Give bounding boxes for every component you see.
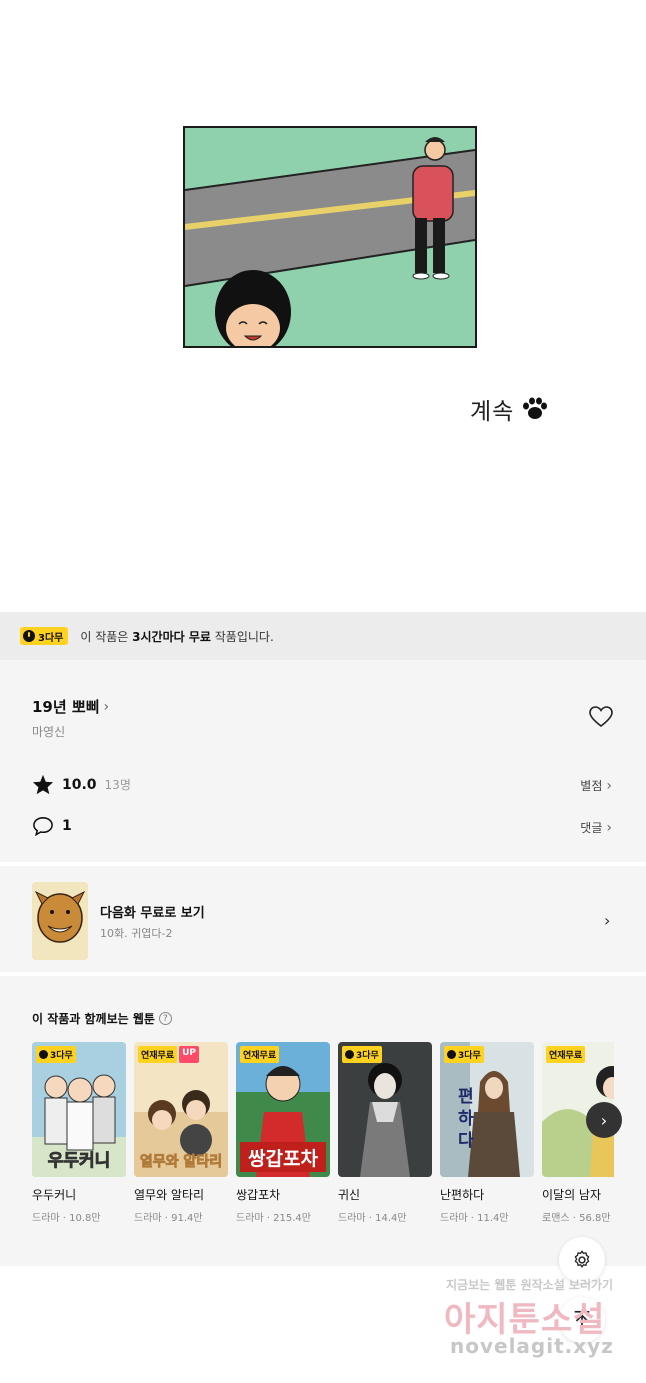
- recommendation-card[interactable]: 열무와 알타리 연재무료 UP 열무와 알타리 드라마 · 91.4만: [134, 1042, 228, 1224]
- card-title: 열무와 알타리: [134, 1188, 205, 1202]
- card-meta: 드라마 · 14.4만: [338, 1213, 407, 1224]
- card-badges: 연재무료 UP: [138, 1046, 200, 1063]
- wait-free-badge: 3다무: [342, 1046, 382, 1063]
- next-episode-subtitle: 10화. 귀엽다-2: [100, 927, 173, 940]
- card-cover: 편 하 다 3다무: [440, 1042, 534, 1177]
- paw-icon: [523, 397, 548, 419]
- webtoon-viewer: 계속 3다무 이 작품은 3시간마다 무료 작품입니다. 19년 뽀삐 › 마영…: [0, 0, 646, 1383]
- card-meta: 드라마 · 10.8만: [32, 1213, 101, 1224]
- card-meta: 로맨스 · 56.8만: [542, 1213, 611, 1224]
- card-badge-label: 연재무료: [546, 1046, 586, 1063]
- recommendation-carousel: 우두커니 3다무 우두커니 드라마 · 10.8만 열무와 알타리 연재무료 U…: [32, 1042, 614, 1232]
- card-title: 쌍갑포차: [236, 1188, 281, 1202]
- watermark: 지금보는 웹툰 원작소설 보러가기 아지툰소설 novelagit.xyz: [440, 1272, 640, 1372]
- up-badge: UP: [179, 1046, 200, 1063]
- svg-text:우두커니: 우두커니: [48, 1151, 111, 1171]
- card-badge-label: 연재무료: [138, 1046, 178, 1063]
- card-badges: 연재무료: [240, 1046, 280, 1063]
- arrow-up-icon: [574, 1310, 590, 1329]
- clock-icon: [39, 1050, 48, 1059]
- card-badges: 3다무: [342, 1046, 382, 1063]
- card-cover: 우두커니 3다무: [32, 1042, 126, 1177]
- chevron-right-icon: ›: [604, 911, 611, 930]
- card-cover: 3다무: [338, 1042, 432, 1177]
- chevron-right-icon: ›: [103, 698, 110, 715]
- notice-bold: 3시간마다 무료: [132, 629, 211, 644]
- heart-icon[interactable]: [589, 706, 613, 728]
- recommendation-card[interactable]: 편 하 다 3다무 난편하다 드라마 · 11.4만: [440, 1042, 534, 1224]
- notice-text: 이 작품은 3시간마다 무료 작품입니다.: [80, 628, 273, 645]
- rating-count: 13명: [104, 778, 131, 792]
- series-title-link[interactable]: 19년 뽀삐 ›: [32, 696, 109, 717]
- badge-label: 3다무: [38, 632, 64, 644]
- series-title: 19년 뽀삐: [32, 698, 100, 716]
- chevron-right-icon: ›: [606, 777, 612, 794]
- clock-icon: [447, 1050, 456, 1059]
- star-icon: [32, 774, 54, 795]
- card-badges: 3다무: [444, 1046, 484, 1063]
- rating-link-label: 별점: [580, 779, 603, 793]
- recommendation-card[interactable]: 우두커니 3다무 우두커니 드라마 · 10.8만: [32, 1042, 126, 1224]
- svg-text:편: 편: [458, 1087, 474, 1107]
- notice-prefix: 이 작품은: [80, 629, 133, 644]
- rating-row: 10.0 13명: [32, 774, 131, 795]
- card-meta: 드라마 · 91.4만: [134, 1213, 203, 1224]
- recommendation-card[interactable]: 쌍갑포차 연재무료 쌍갑포차 드라마 · 215.4만: [236, 1042, 330, 1224]
- clock-icon: [345, 1050, 354, 1059]
- card-badges: 3다무: [36, 1046, 76, 1063]
- comment-row: 1: [32, 816, 72, 836]
- continue-text: 계속: [470, 399, 515, 425]
- rating-link[interactable]: 별점 ›: [580, 777, 612, 794]
- recommendation-section: 이 작품과 함께보는 웹툰 ? 우두커니 3다무 우두커니 드라마 · 10.8…: [0, 976, 646, 1266]
- comment-count: 1: [62, 818, 72, 834]
- series-info: 19년 뽀삐 › 마영신 10.0 13명 별점 › 1 댓글 ›: [0, 660, 646, 862]
- chevron-right-icon: ›: [600, 1110, 608, 1130]
- card-title: 난편하다: [440, 1188, 485, 1202]
- rating-score: 10.0: [62, 776, 97, 793]
- continue-caption: 계속: [470, 392, 548, 426]
- card-badge-label: 3다무: [356, 1051, 379, 1061]
- card-badge-label: 연재무료: [240, 1046, 280, 1063]
- wait-free-badge: 3다무: [444, 1046, 484, 1063]
- comment-icon: [33, 817, 53, 836]
- card-meta: 드라마 · 215.4만: [236, 1213, 311, 1224]
- series-author: 마영신: [32, 725, 66, 739]
- svg-text:하: 하: [458, 1109, 474, 1129]
- notice-suffix: 작품입니다.: [210, 629, 274, 644]
- recommendation-heading: 이 작품과 함께보는 웹툰 ?: [32, 1010, 172, 1027]
- svg-text:열무와 알타리: 열무와 알타리: [140, 1153, 222, 1170]
- comment-link[interactable]: 댓글 ›: [580, 819, 612, 836]
- chevron-right-icon: ›: [606, 819, 612, 836]
- card-cover: 쌍갑포차 연재무료: [236, 1042, 330, 1177]
- comment-link-label: 댓글: [580, 821, 603, 835]
- settings-button[interactable]: [559, 1237, 605, 1283]
- svg-text:쌍갑포차: 쌍갑포차: [248, 1148, 318, 1170]
- clock-icon: [23, 630, 35, 642]
- card-cover: 열무와 알타리 연재무료 UP: [134, 1042, 228, 1177]
- comic-panel: [183, 126, 477, 348]
- gear-icon: [574, 1250, 590, 1268]
- carousel-next-button[interactable]: ›: [586, 1102, 622, 1138]
- card-badge-label: 3다무: [50, 1051, 73, 1061]
- svg-text:다: 다: [458, 1131, 474, 1151]
- recommendation-heading-text: 이 작품과 함께보는 웹툰: [32, 1012, 155, 1026]
- scroll-top-button[interactable]: [559, 1297, 605, 1343]
- recommendation-card[interactable]: 3다무 귀신 드라마 · 14.4만: [338, 1042, 432, 1224]
- card-badge-label: 3다무: [458, 1051, 481, 1061]
- next-episode-thumbnail: [32, 882, 88, 960]
- wait-free-badge: 3다무: [36, 1046, 76, 1063]
- card-title: 이달의 남자: [542, 1188, 602, 1202]
- card-meta: 드라마 · 11.4만: [440, 1213, 509, 1224]
- card-badges: 연재무료: [546, 1046, 586, 1063]
- next-episode-title: 다음화 무료로 보기: [100, 906, 205, 921]
- card-title: 우두커니: [32, 1188, 77, 1202]
- help-icon[interactable]: ?: [158, 1012, 172, 1025]
- wait-free-badge: 3다무: [20, 627, 69, 645]
- next-episode-row[interactable]: 다음화 무료로 보기 10화. 귀엽다-2 ›: [0, 866, 646, 972]
- card-title: 귀신: [338, 1188, 361, 1202]
- free-notice-bar: 3다무 이 작품은 3시간마다 무료 작품입니다.: [0, 612, 646, 660]
